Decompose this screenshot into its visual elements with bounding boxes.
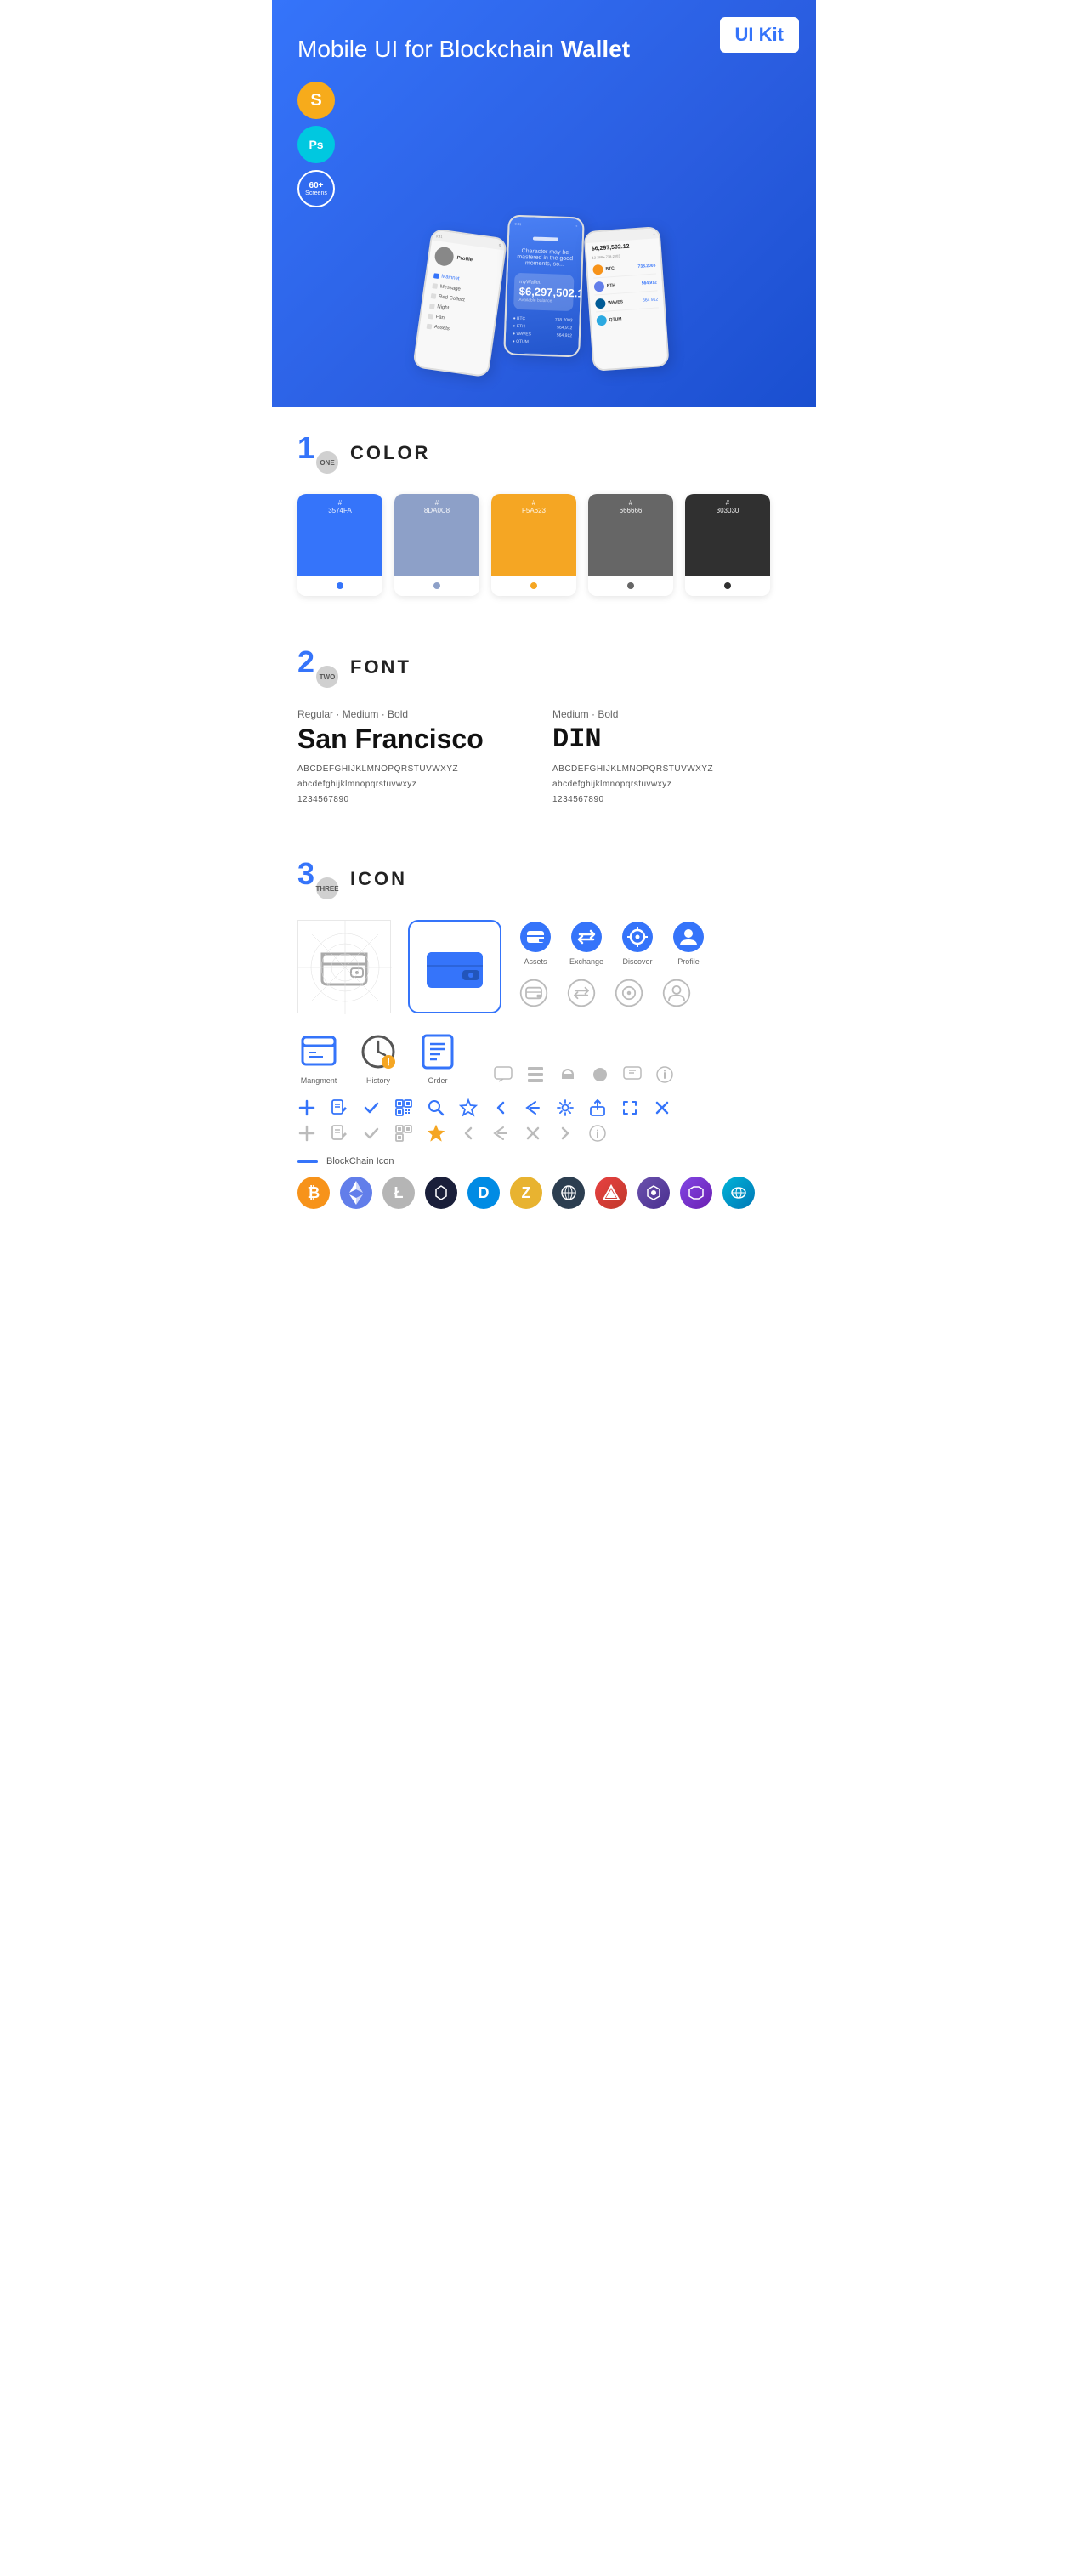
swatch-mid-gray: #666666 [588, 494, 673, 596]
crypto-grid [552, 1177, 585, 1209]
icon-x-gray [524, 1124, 542, 1143]
icon-doc-edit-gray [330, 1124, 348, 1143]
nav-icon-assets-outline [518, 978, 549, 1008]
util-icons-blue [298, 1098, 790, 1117]
nav-icon-exchange: Exchange [570, 920, 604, 966]
icon-chat-gray [493, 1064, 513, 1085]
icon-speech-gray [622, 1064, 643, 1085]
icon-settings [556, 1098, 575, 1117]
hero-section: Mobile UI for Blockchain Wallet S Ps 60+… [272, 0, 816, 407]
icon-section: 3 THREE ICON [272, 833, 816, 1234]
nav-icon-exchange-outline [566, 978, 597, 1008]
nav-icon-discover: Discover [620, 920, 654, 966]
icon-star [459, 1098, 478, 1117]
color-section: 1 ONE COLOR #3574FA #8DA0C8 #F5A623 #666… [272, 407, 816, 621]
nav-icon-profile-outline [661, 978, 692, 1008]
icon-qr-gray [394, 1124, 413, 1143]
crypto-bitcoin: ₿ [298, 1177, 330, 1209]
ps-badge: Ps [298, 126, 335, 163]
phone-mockup-1: 9:41⚙ Profile Mainnet Message Red Collec… [412, 229, 507, 378]
icon-star-active [427, 1124, 445, 1143]
blockchain-label-row: BlockChain Icon [298, 1156, 790, 1166]
nav-icon-profile: Profile [672, 920, 706, 966]
phone-mockup-2: 9:41+ Character may be mastered in the g… [503, 215, 585, 358]
icon-arrow-left-gray [459, 1124, 478, 1143]
icon-circle-gray [590, 1064, 610, 1085]
grid-lines-svg [298, 921, 392, 1014]
section-num-1: 1 ONE [298, 433, 338, 474]
icon-share [524, 1098, 542, 1117]
util-icons-gray [298, 1124, 790, 1143]
icon-info-circle-gray [588, 1124, 607, 1143]
font-san-francisco: Regular · Medium · Bold San Francisco AB… [298, 708, 536, 808]
icon-upload-box [588, 1098, 607, 1117]
crypto-avax [595, 1177, 627, 1209]
sketch-badge: S [298, 82, 335, 119]
color-swatches: #3574FA #8DA0C8 #F5A623 #666666 #303030 [298, 494, 790, 596]
icon-construction-grid [298, 920, 391, 1013]
icon-arrow-right-gray [556, 1124, 575, 1143]
icon-history: History [357, 1030, 400, 1085]
screens-badge: 60+ Screens [298, 170, 335, 207]
icon-doc-edit [330, 1098, 348, 1117]
icon-check-gray [362, 1124, 381, 1143]
icon-close [653, 1098, 672, 1117]
icon-plus-gray [298, 1124, 316, 1143]
icon-management: Mangment [298, 1030, 340, 1085]
blockchain-line [298, 1160, 318, 1163]
icon-wallet-filled [408, 920, 502, 1013]
icon-resize [620, 1098, 639, 1117]
icon-half-circle-gray [558, 1064, 578, 1085]
font-section: 2 TWO FONT Regular · Medium · Bold San F… [272, 621, 816, 833]
app-icons-row: Mangment History Order [298, 1030, 790, 1085]
crypto-icons-row: ₿ Ł D Z [298, 1177, 790, 1209]
crypto-dash: D [468, 1177, 500, 1209]
swatch-blue: #3574FA [298, 494, 382, 596]
icon-plus [298, 1098, 316, 1117]
icon-check [362, 1098, 381, 1117]
section-num-3: 3 THREE [298, 859, 338, 899]
crypto-augur [638, 1177, 670, 1209]
swatch-dark: #303030 [685, 494, 770, 596]
crypto-zcash: Z [510, 1177, 542, 1209]
section-num-2: 2 TWO [298, 647, 338, 688]
crypto-ethereum [340, 1177, 372, 1209]
icon-stack-gray [525, 1064, 546, 1085]
hero-title: Mobile UI for Blockchain Wallet [298, 34, 777, 65]
icon-share-gray [491, 1124, 510, 1143]
icon-qr [394, 1098, 413, 1117]
icon-info-gray [654, 1064, 675, 1085]
font-din: Medium · Bold DIN ABCDEFGHIJKLMNOPQRSTUV… [552, 708, 790, 808]
icon-arrow-left [491, 1098, 510, 1117]
icon-order: Order [416, 1030, 459, 1085]
swatch-gray: #8DA0C8 [394, 494, 479, 596]
crypto-polygon [680, 1177, 712, 1209]
wallet-filled-svg [425, 942, 484, 991]
ui-kit-badge: UI Kit [720, 17, 799, 53]
nav-icon-discover-outline [614, 978, 644, 1008]
crypto-bitshares [425, 1177, 457, 1209]
crypto-other [722, 1177, 755, 1209]
phone-mockup-3: + $6,297,502.12 12-288 • 738-2003 BTC 73… [583, 226, 669, 372]
nav-icon-assets: Assets [518, 920, 552, 966]
font-grid: Regular · Medium · Bold San Francisco AB… [298, 708, 790, 808]
icon-search [427, 1098, 445, 1117]
swatch-orange: #F5A623 [491, 494, 576, 596]
crypto-litecoin: Ł [382, 1177, 415, 1209]
